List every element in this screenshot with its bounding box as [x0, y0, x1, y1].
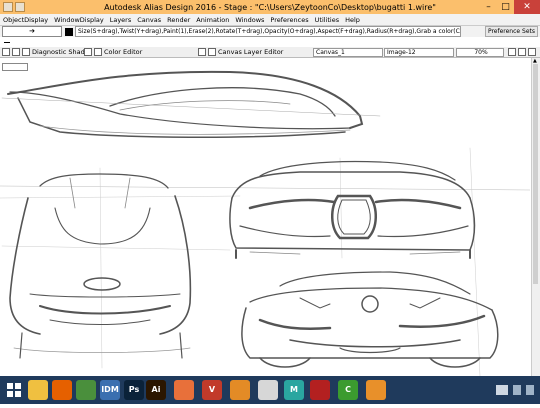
quick-access-icons: [3, 2, 25, 12]
taskbar-chrome-icon[interactable]: [76, 380, 96, 400]
taskbar-media-player-icon[interactable]: [366, 380, 386, 400]
save-icon[interactable]: [15, 2, 25, 12]
taskbar-alias-1-icon[interactable]: [174, 380, 194, 400]
arrow-icon[interactable]: ➔: [2, 26, 62, 37]
panel-window-controls: [508, 47, 538, 57]
app-icon[interactable]: [3, 2, 13, 12]
menu-layers[interactable]: Layers: [107, 16, 135, 24]
menu-animation[interactable]: Animation: [193, 16, 232, 24]
minimize-button[interactable]: –: [480, 0, 497, 14]
car-sketch-drawing: [0, 70, 530, 376]
panel-icon[interactable]: [12, 48, 20, 56]
panel-icon[interactable]: [94, 48, 102, 56]
menu-canvas[interactable]: Canvas: [134, 16, 164, 24]
close-button[interactable]: ✕: [514, 0, 540, 14]
maximize-button[interactable]: □: [497, 0, 514, 14]
shelf-separator: [4, 41, 10, 43]
panel-icon[interactable]: [208, 48, 216, 56]
windows-logo-icon: [7, 383, 21, 397]
vertical-scrollbar[interactable]: ▲: [531, 58, 540, 376]
panel-bar: Diagnostic Shade Color Editor Canvas Lay…: [0, 47, 540, 58]
windows-taskbar: IDM Ps Ai V M C: [0, 376, 540, 404]
diagnostic-shade-panel[interactable]: Diagnostic Shade: [2, 47, 89, 57]
panel-icon[interactable]: [2, 48, 10, 56]
scroll-thumb[interactable]: [533, 64, 538, 284]
preference-sets-button[interactable]: Preference Sets: [484, 26, 538, 37]
zoom-field[interactable]: 70%: [456, 48, 504, 57]
menu-windowdisplay[interactable]: WindowDisplay: [51, 16, 107, 24]
color-editor-panel[interactable]: Color Editor: [84, 47, 142, 57]
tool-options-bar: ➔ Size(S+drag),Twist(Y+drag),Paint(1),Er…: [0, 25, 540, 37]
title-bar: Autodesk Alias Design 2016 - Stage : "C:…: [0, 0, 540, 14]
taskbar-idm-icon[interactable]: IDM: [100, 380, 120, 400]
tool-hint-field: Size(S+drag),Twist(Y+drag),Paint(1),Eras…: [75, 26, 461, 37]
color-editor-label: Color Editor: [104, 48, 143, 56]
keyboard-icon[interactable]: [496, 385, 508, 395]
window-title: Autodesk Alias Design 2016 - Stage : "C:…: [104, 2, 436, 12]
menu-render[interactable]: Render: [164, 16, 193, 24]
taskbar-maya-icon[interactable]: M: [284, 380, 304, 400]
diagnostic-shade-label: Diagnostic Shade: [32, 48, 89, 56]
layer-mini-bar[interactable]: [2, 63, 28, 71]
panel-icon[interactable]: [22, 48, 30, 56]
taskbar-photoshop-icon[interactable]: Ps: [124, 380, 144, 400]
image-name-field[interactable]: Image-12: [384, 48, 454, 57]
taskbar-app-red-icon[interactable]: [310, 380, 330, 400]
taskbar-vectorworks-icon[interactable]: V: [202, 380, 222, 400]
taskbar-sketchbook-icon[interactable]: [258, 380, 278, 400]
canvas-layer-editor-label: Canvas Layer Editor: [218, 48, 284, 56]
start-button[interactable]: [4, 380, 24, 400]
menu-help[interactable]: Help: [342, 16, 363, 24]
taskbar-firefox-icon[interactable]: [52, 380, 72, 400]
menu-bar: ObjectDisplay WindowDisplay Layers Canva…: [0, 14, 540, 25]
panel-icon[interactable]: [84, 48, 92, 56]
panel-icon[interactable]: [508, 48, 516, 56]
tool-icon[interactable]: [65, 27, 73, 36]
taskbar-camtasia-icon[interactable]: C: [338, 380, 358, 400]
volume-icon[interactable]: [526, 385, 534, 395]
taskbar-illustrator-icon[interactable]: Ai: [146, 380, 166, 400]
network-icon[interactable]: [513, 385, 521, 395]
window-controls: – □ ✕: [480, 0, 540, 14]
taskbar-app-orange-icon[interactable]: [230, 380, 250, 400]
canvas-layer-editor-panel[interactable]: Canvas Layer Editor: [198, 47, 283, 57]
panel-icon[interactable]: [198, 48, 206, 56]
taskbar-windows-explorer-icon[interactable]: [28, 380, 48, 400]
menu-preferences[interactable]: Preferences: [267, 16, 311, 24]
menu-objectdisplay[interactable]: ObjectDisplay: [0, 16, 51, 24]
menu-windows[interactable]: Windows: [232, 16, 267, 24]
canvas-name-field[interactable]: Canvas_1: [313, 48, 383, 57]
panel-icon[interactable]: [528, 48, 536, 56]
panel-icon[interactable]: [518, 48, 526, 56]
menu-utilities[interactable]: Utilities: [312, 16, 342, 24]
sketch-canvas[interactable]: [0, 58, 530, 376]
